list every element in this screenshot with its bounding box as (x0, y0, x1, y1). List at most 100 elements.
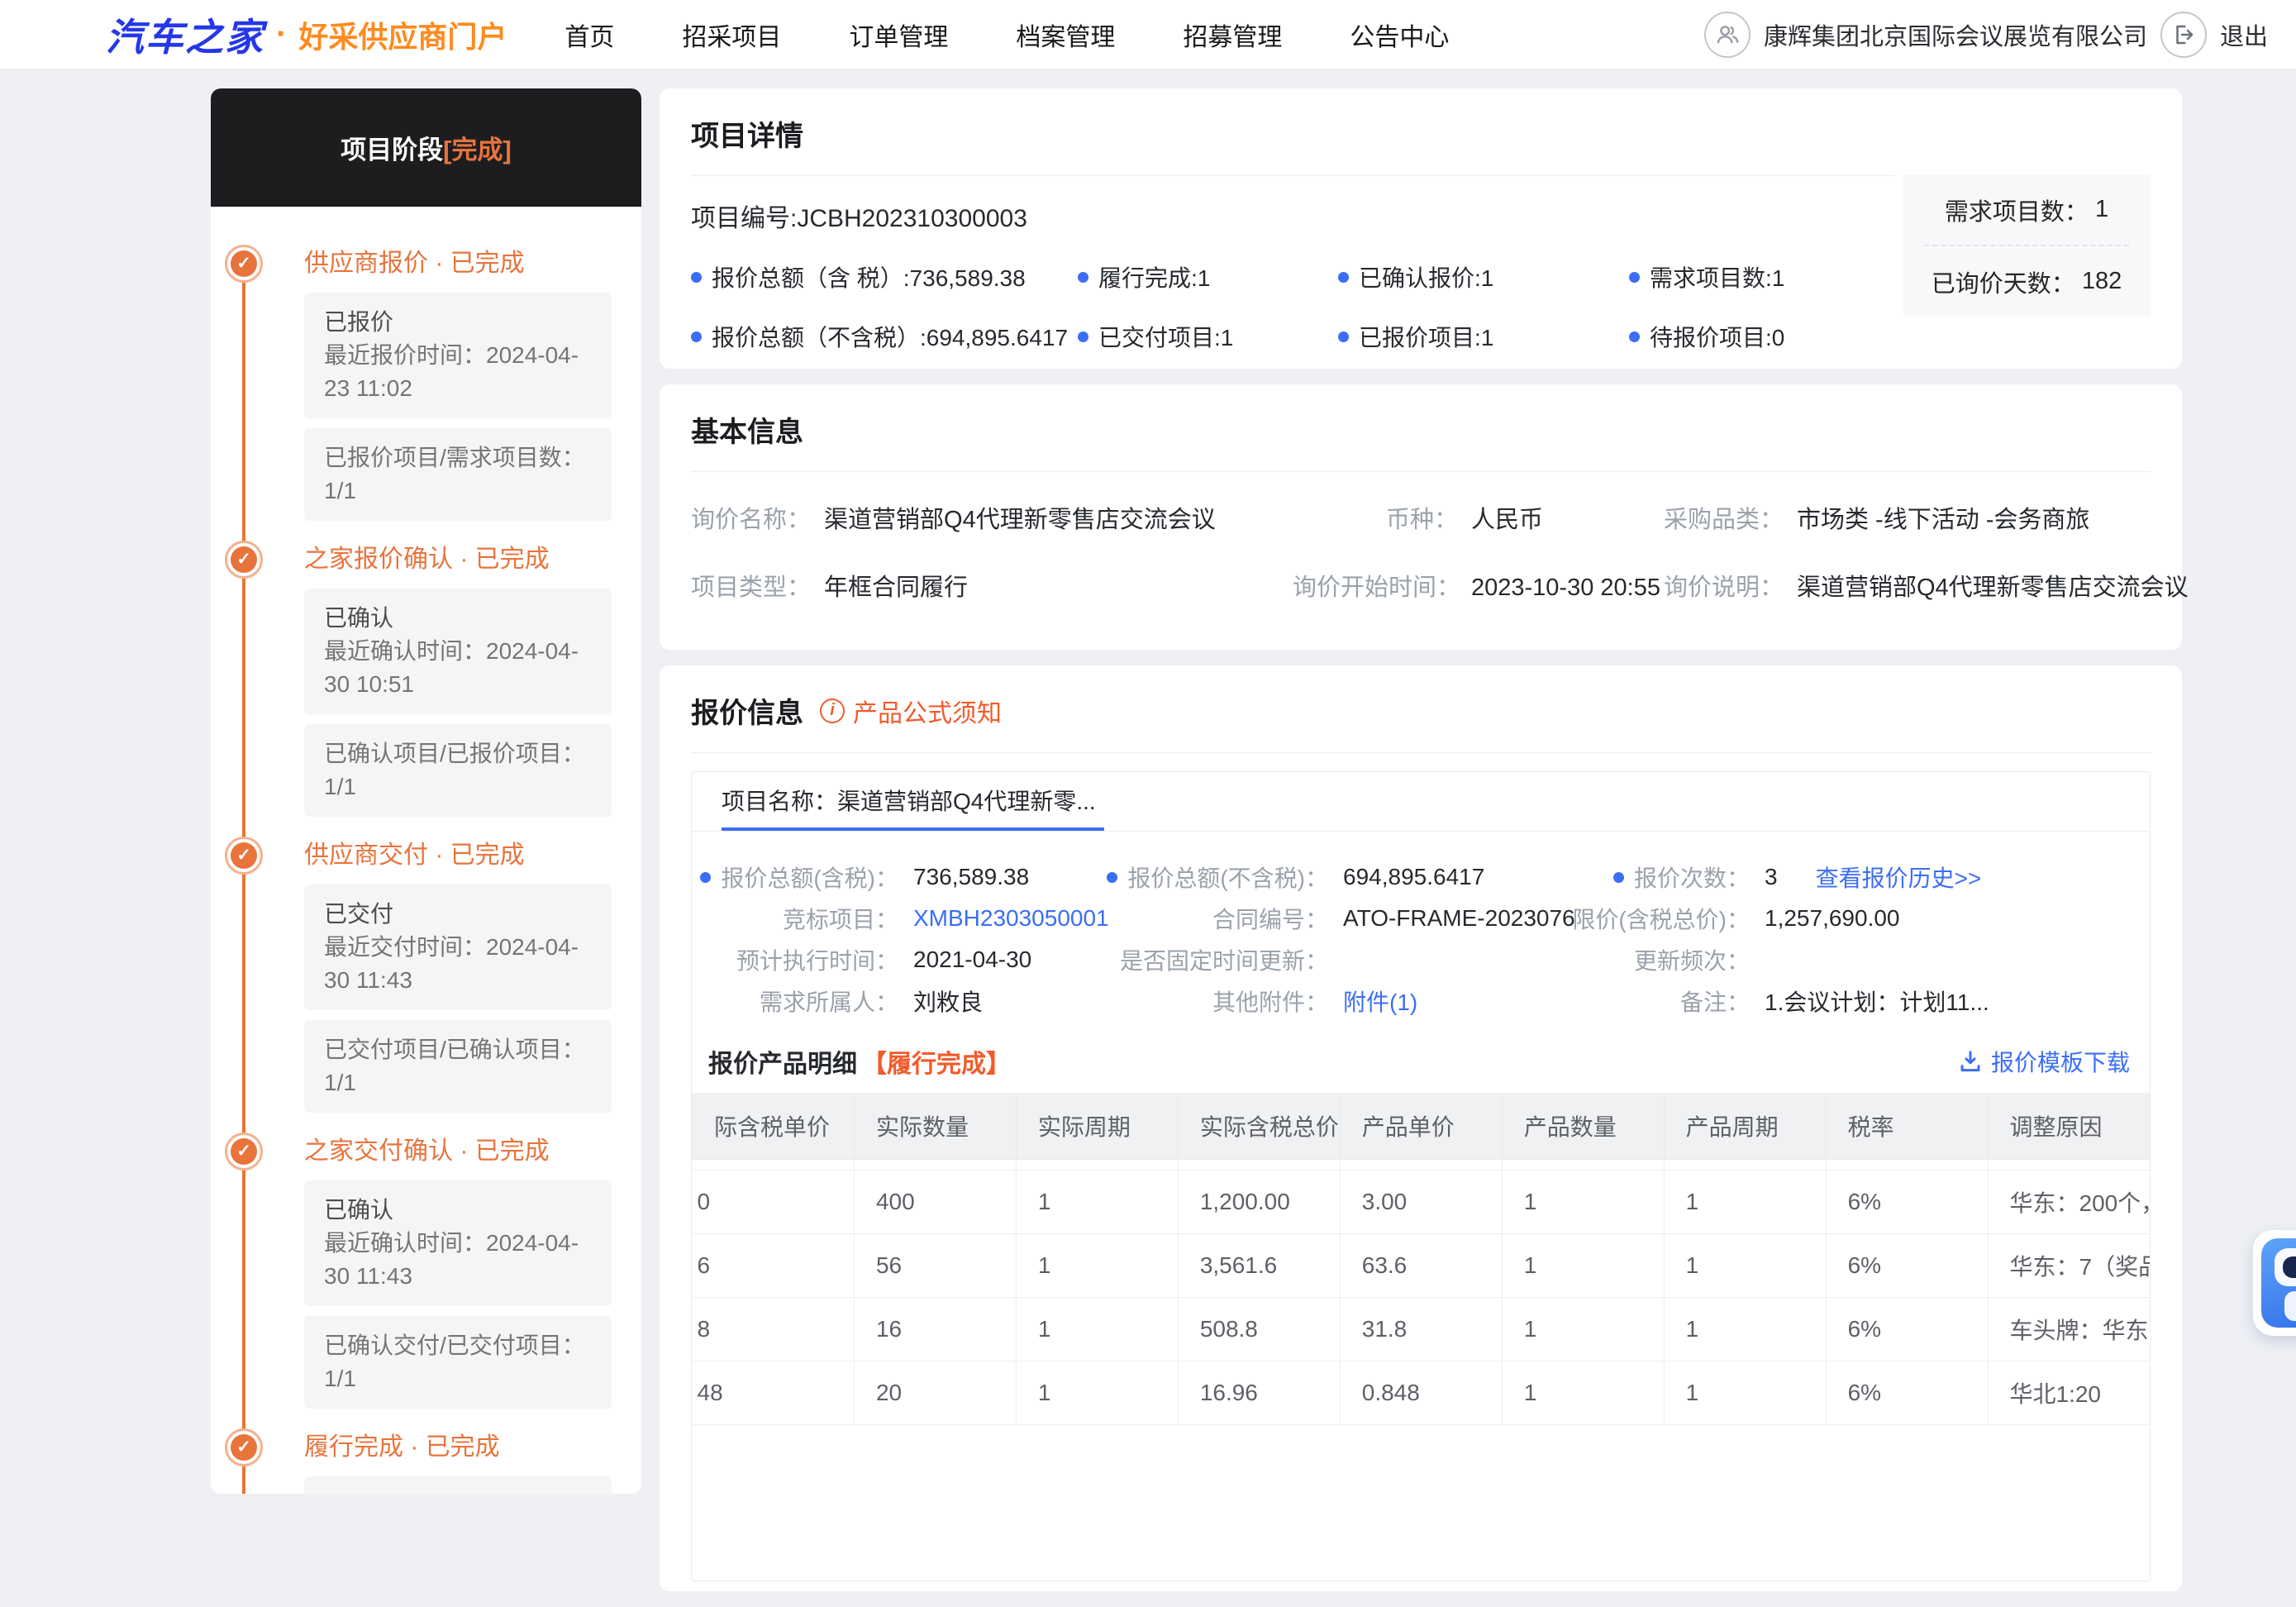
inquiry-days-label: 已询价天数： (1931, 270, 2075, 298)
field-value[interactable]: 2021-04-30 (913, 947, 1031, 973)
tab-project-name[interactable]: 项目名称：渠道营销部Q4代理新零... (722, 772, 1104, 831)
cell-actual-total: 16.96 (1177, 1360, 1341, 1425)
cell-actual-period: 1 (1015, 1169, 1179, 1234)
nav-item[interactable]: 招采项目 (682, 17, 781, 53)
stage-status-line2: 最近确认时间：2024-04-30 11:43 (324, 1230, 579, 1289)
stage-status-line2: 最近交付时间：2024-04-30 11:43 (324, 934, 579, 993)
cell-tax-rate: 6% (1825, 1296, 1989, 1361)
demand-count-row: 需求项目数： 1 (1924, 174, 2129, 245)
field-label: 预计执行时间： (692, 943, 898, 976)
cell-actual-qty: 20 (853, 1360, 1017, 1425)
field-label-text: 预计执行时间： (736, 948, 898, 974)
cell-actual-total: 1,200.00 (1177, 1169, 1341, 1234)
field-value: 渠道营销部Q4代理新零售店交流会议 (1797, 575, 2189, 601)
assistant-robot-button[interactable] (2253, 1230, 2296, 1336)
main-nav: 首页 招采项目 订单管理 档案管理 招募管理 公告中心 (507, 17, 1449, 53)
cell-adjust-reason: 华东：200个，华北1... (1987, 1169, 2150, 1234)
cell-product-qty: 1 (1501, 1360, 1665, 1425)
field-value[interactable]: 1.会议计划：计划11... (1765, 985, 1989, 1018)
project-stat-item: 已确认报价:1 (1338, 260, 1629, 293)
field-label: 询价开始时间： (1293, 575, 1461, 601)
logo-autohome: 汽车之家 (106, 15, 264, 59)
field-label-text: 需求所属人： (759, 989, 898, 1015)
divider (691, 175, 1894, 176)
quote-tab-bar: 项目名称：渠道营销部Q4代理新零... (692, 772, 2150, 832)
field-value: 2023-10-30 20:55 (1471, 575, 1660, 601)
nav-item[interactable]: 公告中心 (1350, 17, 1449, 53)
stage-status-box: 已完成 最近完成时间：2024-04-30 11:44 (304, 1476, 612, 1494)
product-detail-heading-row: 报价产品明细 【履行完成】 报价模板下载 (692, 1033, 2150, 1093)
project-stat-text: 报价总额（不含税）:694,895.6417 (712, 325, 1069, 350)
field-label: 更新频次： (1601, 943, 1750, 976)
project-stat-text: 已确认报价:1 (1359, 265, 1494, 291)
cell-product-qty: 1 (1501, 1296, 1665, 1361)
timeline-stage: ✓ 之家报价确认 · 已完成 已确认 最近确认时间：2024-04-30 10:… (211, 541, 612, 837)
logo[interactable]: 汽车之家 · 好采供应商门户 (106, 7, 507, 62)
cell-actual-qty: 56 (853, 1233, 1017, 1298)
stage-status-line2: 最近报价时间：2024-04-23 11:02 (324, 342, 579, 401)
cell-product-qty: 1 (1501, 1169, 1665, 1234)
table-header-row: 际含税单价 实际数量 实际周期 实际含税总价 产品单价 产品数量 产品周期 税率… (692, 1093, 2150, 1160)
field-label-text: 其他附件： (1212, 989, 1328, 1015)
nav-item[interactable]: 档案管理 (1016, 17, 1115, 53)
timeline-stage: ✓ 供应商报价 · 已完成 已报价 最近报价时间：2024-04-23 11:0… (211, 245, 612, 541)
nav-item[interactable]: 首页 (564, 17, 614, 53)
table-header-cell: 实际周期 (1015, 1093, 1179, 1160)
project-stat-text: 需求项目数:1 (1650, 265, 1785, 291)
field-label: 采购品类： (1663, 507, 1784, 533)
cell-actual-qty: 400 (853, 1169, 1017, 1234)
cell-product-period: 1 (1663, 1296, 1827, 1361)
template-download-link[interactable]: 报价模板下载 (1958, 1045, 2130, 1078)
top-header: 汽车之家 · 好采供应商门户 首页 招采项目 订单管理 档案管理 招募管理 公告… (0, 0, 2296, 69)
cell-actual-period: 1 (1015, 1233, 1179, 1298)
cell-tax-rate: 6% (1825, 1233, 1989, 1298)
field-value[interactable]: 刘敉良 (913, 985, 983, 1018)
field-value[interactable]: XMBH2303050001 (913, 905, 1109, 932)
field-value[interactable]: 694,895.6417 (1343, 864, 1484, 890)
cell-actual-period: 1 (1015, 1360, 1179, 1425)
field-value[interactable]: 1,257,690.00 (1765, 905, 1900, 932)
stage-status-line1: 已确认 (324, 605, 394, 631)
field-value[interactable]: 附件(1) (1343, 985, 1417, 1018)
quote-field: 需求所属人： 刘敉良 (692, 980, 1122, 1022)
main-content: 项目详情 项目编号:JCBH202310300003 报价总额（含 税）:736… (660, 88, 2189, 1607)
project-stat-text: 报价总额（含 税）:736,589.38 (712, 265, 1026, 291)
quote-history-link[interactable]: 查看报价历史>> (1816, 861, 1982, 894)
product-formula-notice[interactable]: i 产品公式须知 (820, 693, 1002, 729)
user-account-icon[interactable] (1703, 11, 1751, 58)
project-stat-item: 履行完成:1 (1078, 260, 1338, 293)
divider (691, 752, 2151, 753)
field-label: 币种： (1385, 507, 1458, 533)
nav-item[interactable]: 招募管理 (1183, 17, 1282, 53)
field-value[interactable]: 3 (1765, 864, 1778, 890)
stage-check-icon: ✓ (225, 1133, 263, 1171)
company-name[interactable]: 康辉集团北京国际会议展览有限公司 (1764, 17, 2147, 52)
project-detail-card: 项目详情 项目编号:JCBH202310300003 报价总额（含 税）:736… (660, 88, 2182, 369)
bullet-dot-icon (1629, 271, 1640, 283)
cell-product-price: 0.848 (1339, 1360, 1503, 1425)
stage-status-line1: 已交付 (324, 901, 394, 927)
quote-field: 报价总额(不含税)： 694,895.6417 (1107, 856, 1601, 898)
table-row: 8 16 1 508.8 31.8 1 1 6% 车头牌：华东：2，华... (692, 1296, 2150, 1361)
bullet-dot-icon (1107, 871, 1118, 883)
bullet-dot-icon (1612, 871, 1624, 883)
divider (691, 471, 2151, 472)
quote-field: 限价(含税总价)： 1,257,690.00 (1572, 898, 2150, 939)
cell-product-period: 1 (1663, 1360, 1827, 1425)
cell-tax-rate: 6% (1825, 1360, 1989, 1425)
logout-button[interactable]: 退出 (2220, 17, 2268, 52)
field-value[interactable]: 736,589.38 (913, 864, 1029, 890)
notice-text: 产品公式须知 (853, 699, 1002, 727)
timeline-stage: ✓ 履行完成 · 已完成 已完成 最近完成时间：2024-04-30 11:44… (211, 1428, 612, 1494)
field-label-text: 限价(含税总价)： (1572, 907, 1750, 932)
download-icon (1960, 1051, 1980, 1072)
bullet-dot-icon (1078, 271, 1088, 283)
basic-info-field: 项目类型： 年框合同履行 (691, 568, 1293, 603)
logout-icon[interactable] (2160, 11, 2207, 58)
table-row: 0 400 1 1,200.00 3.00 1 1 6% 华东：200个，华北1… (692, 1169, 2150, 1234)
bullet-dot-icon (1338, 331, 1349, 342)
field-value[interactable]: ATO-FRAME-2023076 (1343, 905, 1575, 932)
nav-item[interactable]: 订单管理 (849, 17, 948, 53)
field-label-text: 合同编号： (1212, 907, 1328, 932)
field-value: 人民币 (1471, 507, 1544, 533)
